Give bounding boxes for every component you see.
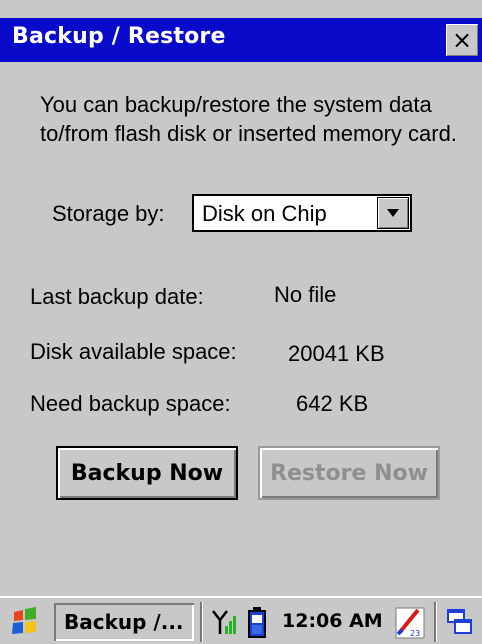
backup-now-button[interactable]: Backup Now bbox=[56, 446, 238, 500]
taskbar: Backup /... 12:06 AM 23 bbox=[0, 596, 482, 644]
battery-icon[interactable] bbox=[246, 606, 268, 638]
disk-available-space-label: Disk available space: bbox=[30, 339, 237, 364]
need-backup-space-label: Need backup space: bbox=[30, 391, 231, 416]
dialog-body: You can backup/restore the system data t… bbox=[0, 62, 482, 604]
tray-divider bbox=[200, 602, 202, 642]
dropdown-button[interactable] bbox=[378, 198, 408, 228]
last-backup-date-value: No file bbox=[274, 282, 337, 307]
taskbar-task-backup[interactable]: Backup /... bbox=[54, 603, 194, 641]
signal-icon[interactable] bbox=[210, 608, 238, 636]
start-icon[interactable] bbox=[6, 604, 44, 640]
close-icon: × bbox=[451, 26, 473, 54]
windows-icon[interactable] bbox=[446, 608, 474, 636]
tray-divider-right bbox=[434, 602, 436, 642]
close-button[interactable]: × bbox=[446, 24, 478, 56]
last-backup-date-label: Last backup date: bbox=[30, 284, 204, 309]
clock[interactable]: 12:06 AM bbox=[282, 610, 383, 632]
need-backup-space-value: 642 KB bbox=[296, 391, 369, 416]
backup-restore-window: Backup / Restore × You can backup/restor… bbox=[0, 0, 482, 644]
storage-select[interactable]: Disk on Chip bbox=[192, 194, 412, 232]
storage-label: Storage by: bbox=[52, 201, 165, 226]
description-text: You can backup/restore the system data t… bbox=[40, 92, 457, 146]
restore-now-button: Restore Now bbox=[258, 446, 440, 500]
system-tray: 12:06 AM 23 bbox=[200, 602, 480, 642]
chevron-down-icon bbox=[387, 209, 399, 217]
storage-select-value: Disk on Chip bbox=[202, 201, 327, 226]
restore-now-label: Restore Now bbox=[270, 460, 428, 486]
disk-available-space-value: 20041 KB bbox=[288, 341, 385, 366]
svg-text:23: 23 bbox=[410, 629, 420, 638]
title-bar: Backup / Restore × bbox=[0, 0, 482, 70]
taskbar-task-label: Backup /... bbox=[64, 610, 184, 634]
window-title: Backup / Restore bbox=[12, 24, 226, 49]
input-panel-icon[interactable]: 23 bbox=[394, 604, 426, 640]
backup-now-label: Backup Now bbox=[70, 460, 224, 486]
title-bar-strip: Backup / Restore × bbox=[0, 18, 482, 62]
